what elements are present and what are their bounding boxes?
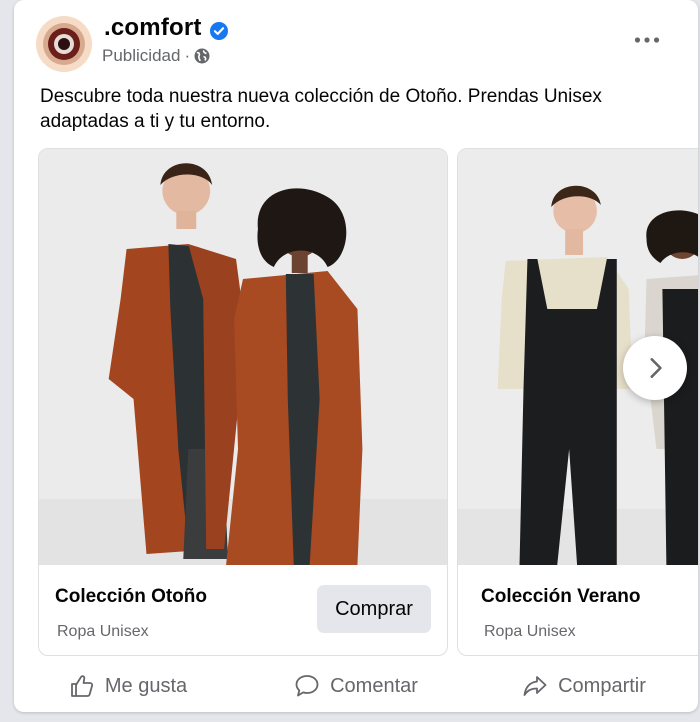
carousel-item-summer[interactable]: Colección Verano Ropa Unisex [457,148,698,656]
ad-post-card: .comfort Publicidad · Descubre toda nues… [14,0,698,712]
carousel-item-title[interactable]: Colección Verano [481,586,640,608]
carousel-next-button[interactable] [623,336,687,400]
post-caption: Descubre toda nuestra nueva colección de… [40,86,602,132]
share-label: Compartir [558,674,646,697]
sponsored-row: Publicidad · [102,46,210,66]
more-options-icon[interactable] [632,28,662,52]
carousel-item-subtitle: Ropa Unisex [484,623,576,640]
share-icon [523,676,547,696]
verified-badge-icon [209,19,228,40]
like-label: Me gusta [104,674,188,697]
post-actions-bar: Me gusta Comentar Compartir [14,664,698,708]
comment-label: Comentar [330,674,418,697]
globe-icon[interactable] [194,48,210,64]
chevron-right-icon [650,358,662,378]
sponsored-label[interactable]: Publicidad [102,46,180,66]
comment-icon [295,675,319,697]
separator-dot: · [184,46,191,65]
brand-avatar[interactable] [36,16,92,72]
carousel-item-title[interactable]: Colección Otoño [55,586,207,608]
share-button[interactable]: Compartir [470,673,698,699]
product-photo-autumn[interactable] [39,149,447,565]
carousel-item-subtitle: Ropa Unisex [57,623,149,640]
comment-button[interactable]: Comentar [242,673,470,699]
brand-name-row: .comfort [104,14,228,42]
thumbs-up-icon [70,675,93,697]
like-button[interactable]: Me gusta [14,673,242,699]
carousel-item-autumn[interactable]: Colección Otoño Ropa Unisex Comprar [38,148,448,656]
buy-button[interactable]: Comprar [317,585,431,633]
brand-name[interactable]: .comfort [104,14,202,42]
